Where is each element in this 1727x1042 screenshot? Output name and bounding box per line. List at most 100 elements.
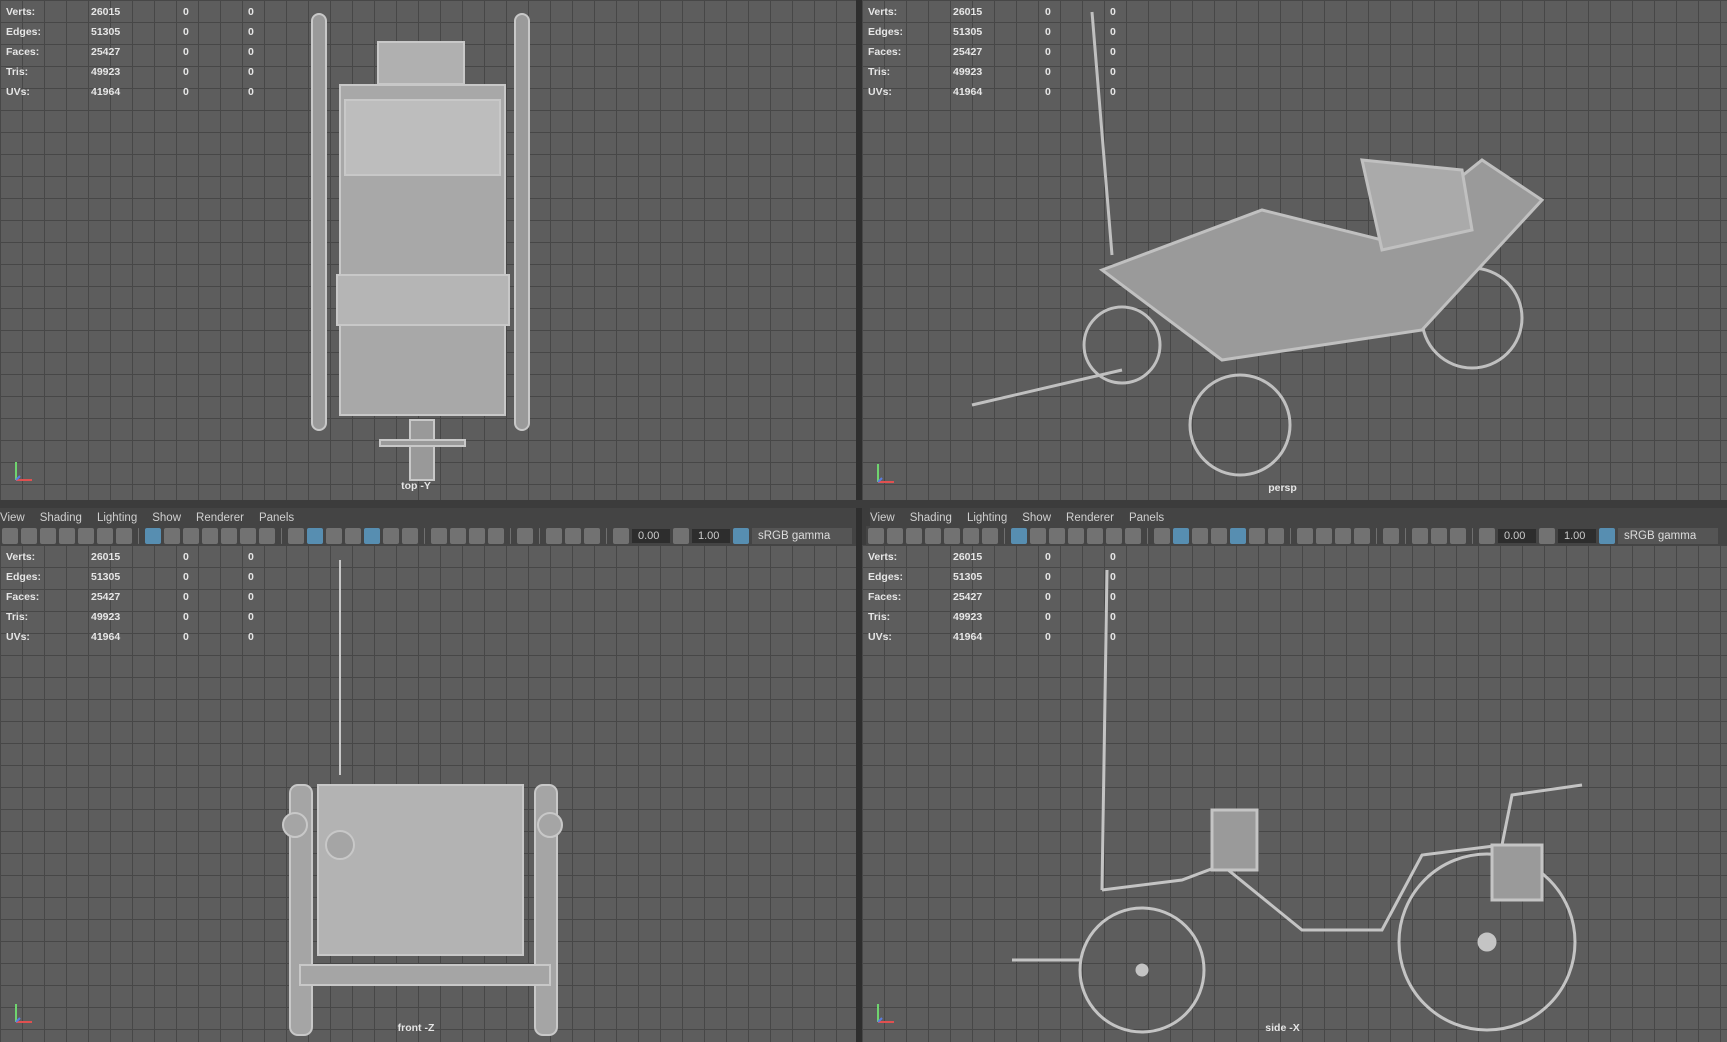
wireframe-on-shaded-icon[interactable] [1211, 528, 1227, 544]
color-management-toggle-icon[interactable] [733, 528, 749, 544]
2d-pan-zoom-icon[interactable] [963, 528, 979, 544]
menu-show[interactable]: Show [152, 512, 181, 524]
hud-row: Verts: 26015 0 0 [6, 2, 313, 22]
screen-space-ao-icon[interactable] [1297, 528, 1313, 544]
exposure-icon[interactable] [1479, 528, 1495, 544]
toolbar-separator [424, 528, 425, 544]
menu-renderer[interactable]: Renderer [196, 512, 244, 524]
film-gate-icon[interactable] [1030, 528, 1046, 544]
motion-blur-icon[interactable] [450, 528, 466, 544]
pane-divider-horizontal[interactable] [0, 500, 1727, 508]
motion-blur-icon[interactable] [1316, 528, 1332, 544]
wireframe-icon[interactable] [1154, 528, 1170, 544]
menu-shading[interactable]: Shading [910, 512, 952, 524]
camera-select-icon[interactable] [2, 528, 18, 544]
shadows-icon[interactable] [1268, 528, 1284, 544]
gamma-field[interactable]: 1.00 [1558, 529, 1596, 543]
isolate-select-icon[interactable] [1383, 528, 1399, 544]
view-transform-field[interactable]: sRGB gamma [1618, 528, 1718, 544]
field-chart-icon[interactable] [221, 528, 237, 544]
panel-menubar-front: View Shading Lighting Show Renderer Panels [0, 508, 856, 527]
hud-selected: 0 [1045, 631, 1051, 643]
safe-title-icon[interactable] [259, 528, 275, 544]
xray-icon[interactable] [364, 528, 380, 544]
resolution-gate-icon[interactable] [1049, 528, 1065, 544]
hud-value: 49923 [953, 611, 983, 623]
smooth-shade-icon[interactable] [1173, 528, 1189, 544]
grid-icon[interactable] [1011, 528, 1027, 544]
anti-aliasing-icon[interactable] [1335, 528, 1351, 544]
backface-culling-icon[interactable] [584, 528, 600, 544]
menu-show[interactable]: Show [1022, 512, 1051, 524]
anti-aliasing-icon[interactable] [469, 528, 485, 544]
grid-icon[interactable] [145, 528, 161, 544]
safe-action-icon[interactable] [1106, 528, 1122, 544]
hud-row: Faces: 25427 0 0 [6, 42, 313, 62]
color-management-toggle-icon[interactable] [1599, 528, 1615, 544]
bookmark-icon[interactable] [59, 528, 75, 544]
menu-view[interactable]: View [870, 512, 895, 524]
xray-active-icon[interactable] [565, 528, 581, 544]
menu-shading[interactable]: Shading [40, 512, 82, 524]
xray-active-icon[interactable] [1431, 528, 1447, 544]
hud-value: 49923 [953, 66, 983, 78]
screen-space-ao-icon[interactable] [431, 528, 447, 544]
xray-icon[interactable] [1230, 528, 1246, 544]
gamma-icon[interactable] [1539, 528, 1555, 544]
xray-joints-icon[interactable] [546, 528, 562, 544]
hud-value: 25427 [953, 46, 983, 58]
smooth-shade-icon[interactable] [307, 528, 323, 544]
depth-of-field-icon[interactable] [488, 528, 504, 544]
wireframe-icon[interactable] [288, 528, 304, 544]
menu-view[interactable]: View [0, 512, 25, 524]
camera-attributes-icon[interactable] [40, 528, 56, 544]
resolution-gate-icon[interactable] [183, 528, 199, 544]
image-plane-icon[interactable] [944, 528, 960, 544]
grease-pencil-icon[interactable] [982, 528, 998, 544]
panel-toolbar-front: 0.00 1.00 sRGB gamma [0, 526, 856, 546]
safe-title-icon[interactable] [1125, 528, 1141, 544]
camera-attributes-icon[interactable] [906, 528, 922, 544]
menu-lighting[interactable]: Lighting [967, 512, 1007, 524]
default-material-icon[interactable] [326, 528, 342, 544]
bookmark-icon[interactable] [925, 528, 941, 544]
film-gate-icon[interactable] [164, 528, 180, 544]
pane-divider-vertical[interactable] [856, 0, 862, 1042]
hud-component: 0 [1110, 46, 1116, 58]
safe-action-icon[interactable] [240, 528, 256, 544]
isolate-select-icon[interactable] [517, 528, 533, 544]
exposure-field[interactable]: 0.00 [1498, 529, 1536, 543]
default-material-icon[interactable] [1192, 528, 1208, 544]
gate-mask-icon[interactable] [202, 528, 218, 544]
backface-culling-icon[interactable] [1450, 528, 1466, 544]
xray-joints-icon[interactable] [1412, 528, 1428, 544]
hud-value: 41964 [953, 86, 983, 98]
2d-pan-zoom-icon[interactable] [97, 528, 113, 544]
hud-value: 25427 [91, 591, 121, 603]
hud-selected: 0 [183, 591, 189, 603]
hud-selected: 0 [183, 86, 189, 98]
menu-lighting[interactable]: Lighting [97, 512, 137, 524]
view-transform-field[interactable]: sRGB gamma [752, 528, 852, 544]
hud-component: 0 [248, 611, 254, 623]
camera-lock-icon[interactable] [887, 528, 903, 544]
camera-select-icon[interactable] [868, 528, 884, 544]
shadows-icon[interactable] [402, 528, 418, 544]
gamma-field[interactable]: 1.00 [692, 529, 730, 543]
lights-icon[interactable] [383, 528, 399, 544]
gate-mask-icon[interactable] [1068, 528, 1084, 544]
wireframe-on-shaded-icon[interactable] [345, 528, 361, 544]
menu-panels[interactable]: Panels [259, 512, 294, 524]
depth-of-field-icon[interactable] [1354, 528, 1370, 544]
menu-renderer[interactable]: Renderer [1066, 512, 1114, 524]
image-plane-icon[interactable] [78, 528, 94, 544]
camera-lock-icon[interactable] [21, 528, 37, 544]
menu-panels[interactable]: Panels [1129, 512, 1164, 524]
grease-pencil-icon[interactable] [116, 528, 132, 544]
hud-value: 25427 [91, 46, 121, 58]
field-chart-icon[interactable] [1087, 528, 1103, 544]
exposure-icon[interactable] [613, 528, 629, 544]
lights-icon[interactable] [1249, 528, 1265, 544]
exposure-field[interactable]: 0.00 [632, 529, 670, 543]
gamma-icon[interactable] [673, 528, 689, 544]
